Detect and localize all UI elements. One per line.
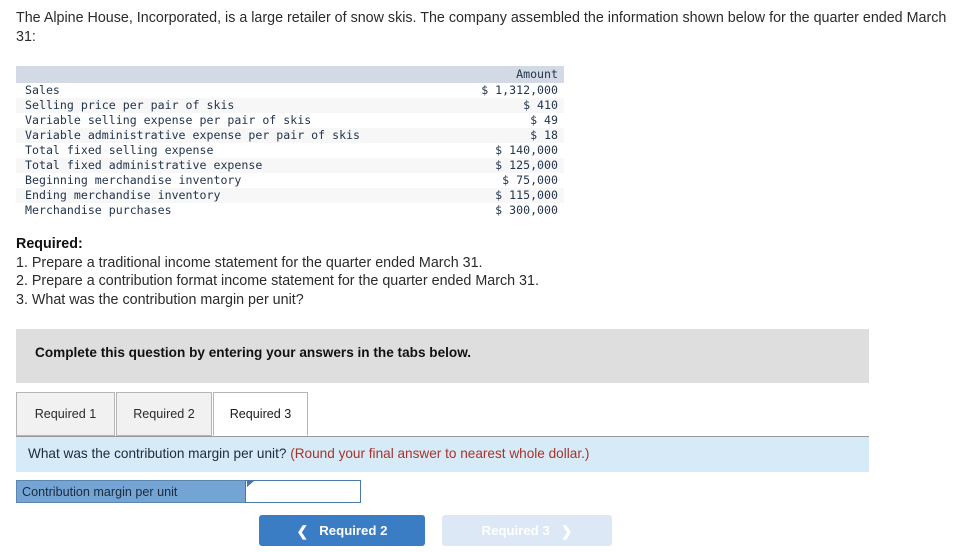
column-header-label — [16, 66, 458, 83]
table-cell-label: Total fixed administrative expense — [16, 158, 458, 173]
table-cell-amount: $ 115,000 — [457, 188, 564, 203]
instruction-text: Complete this question by entering your … — [35, 345, 472, 360]
question-band: What was the contribution margin per uni… — [16, 437, 869, 472]
table-cell-label: Variable administrative expense per pair… — [16, 128, 458, 143]
table-cell-amount: $ 49 — [457, 113, 564, 128]
answer-row-label: Contribution margin per unit — [16, 480, 248, 503]
table-row: Selling price per pair of skis $ 410 — [16, 98, 564, 113]
chevron-right-icon: ❯ — [560, 522, 573, 539]
required-item: 3. What was the contribution margin per … — [16, 291, 304, 308]
table-cell-label: Ending merchandise inventory — [16, 188, 458, 203]
given-data-table: Amount Sales $ 1,312,000 Selling price per… — [16, 66, 564, 218]
tab-label: Required 1 — [34, 407, 97, 421]
next-button-label: Required 3 — [481, 523, 550, 538]
prev-button-label: Required 2 — [319, 523, 388, 538]
table-cell-amount: $ 300,000 — [457, 203, 564, 218]
table-cell-amount: $ 1,312,000 — [457, 83, 564, 98]
table-header-row: Amount — [16, 66, 564, 83]
question-text-wrapper: What was the contribution margin per uni… — [28, 446, 589, 461]
next-required-3-button[interactable]: Required 3 ❯ — [442, 515, 612, 546]
table-row: Total fixed administrative expense $ 125,… — [16, 158, 564, 173]
table-cell-label: Total fixed selling expense — [16, 143, 458, 158]
table-cell-label: Merchandise purchases — [16, 203, 458, 218]
table-header: Amount — [16, 66, 564, 83]
table-row: Sales $ 1,312,000 — [16, 83, 564, 98]
tab-required-2[interactable]: Required 2 — [116, 392, 212, 436]
column-header-amount: Amount — [457, 66, 564, 83]
table-cell-label: Sales — [16, 83, 458, 98]
table-body: Sales $ 1,312,000 Selling price per pair o… — [16, 83, 564, 218]
required-item: 2. Prepare a contribution format income … — [16, 273, 539, 289]
table-cell-label: Beginning merchandise inventory — [16, 173, 458, 188]
table-cell-amount: $ 75,000 — [457, 173, 564, 188]
table-row: Ending merchandise inventory $ 115,000 — [16, 188, 564, 203]
table-row: Variable selling expense per pair of ski… — [16, 113, 564, 128]
table-cell-label: Variable selling expense per pair of ski… — [16, 113, 458, 128]
table-cell-label: Selling price per pair of skis — [16, 98, 458, 113]
table-row: Variable administrative expense per pair… — [16, 128, 564, 143]
chevron-left-icon: ❮ — [296, 522, 309, 539]
instruction-band: Complete this question by entering your … — [16, 329, 869, 383]
question-prompt: What was the contribution margin per uni… — [28, 446, 291, 461]
table-cell-amount: $ 140,000 — [457, 143, 564, 158]
tab-required-1[interactable]: Required 1 — [16, 392, 115, 436]
required-item: 1. Prepare a traditional income statemen… — [16, 254, 483, 271]
tab-label: Required 2 — [133, 407, 195, 421]
answer-input-wrapper — [245, 480, 361, 503]
table-row: Merchandise purchases $ 300,000 — [16, 203, 564, 218]
tab-required-3[interactable]: Required 3 — [213, 392, 308, 436]
prev-required-2-button[interactable]: ❮ Required 2 — [259, 515, 425, 546]
question-hint: (Round your final answer to nearest whol… — [290, 446, 590, 461]
tab-label: Required 3 — [229, 407, 292, 421]
table-cell-amount: $ 125,000 — [457, 158, 564, 173]
problem-intro-text: The Alpine House, Incorporated, is a lar… — [16, 10, 947, 45]
required-heading: Required: — [16, 236, 83, 252]
table-cell-amount: $ 18 — [457, 128, 564, 143]
table-row: Total fixed selling expense $ 140,000 — [16, 143, 564, 158]
contribution-margin-per-unit-input[interactable] — [245, 480, 361, 503]
tab-strip: Required 1 Required 2 Required 3 — [16, 392, 869, 437]
table-row: Beginning merchandise inventory $ 75,000 — [16, 173, 564, 188]
table-cell-amount: $ 410 — [457, 98, 564, 113]
required-section: Required: 1. Prepare a traditional incom… — [16, 235, 716, 309]
